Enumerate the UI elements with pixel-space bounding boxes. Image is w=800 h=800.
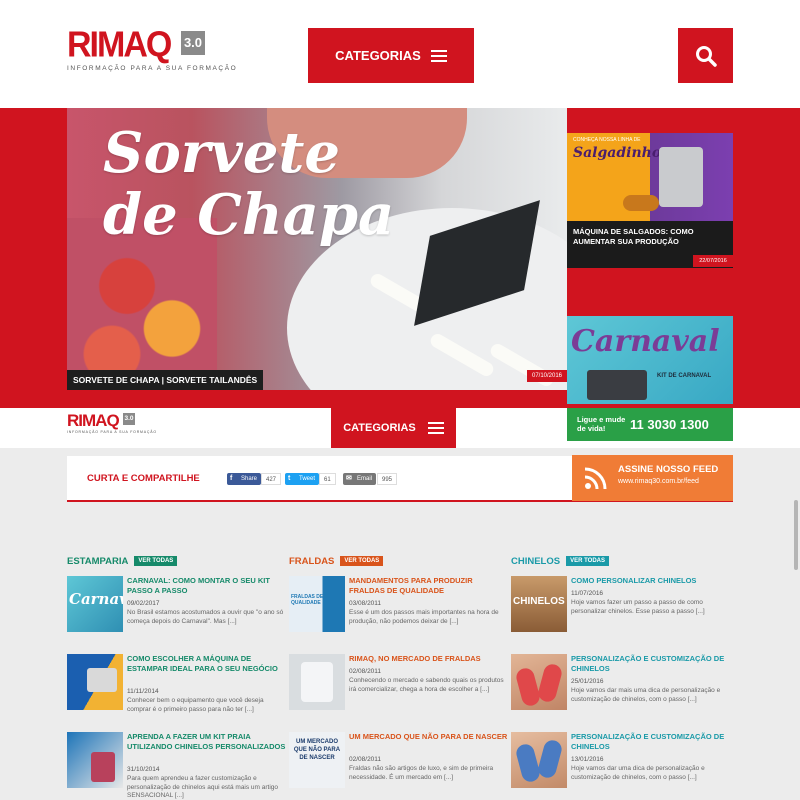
hero-image-title: Sorvete de Chapa <box>103 120 395 248</box>
article-thumbnail[interactable] <box>67 654 123 710</box>
top-header: RIMAQ 3.0 INFORMAÇÃO PARA A SUA FORMAÇÃO… <box>0 0 800 108</box>
article-thumbnail[interactable]: FRALDAS DE QUALIDADE <box>289 576 345 632</box>
page-scrollbar[interactable] <box>794 500 798 570</box>
article-title[interactable]: CARNAVAL: COMO MONTAR O SEU KIT PASSO A … <box>127 576 287 596</box>
twitter-icon: t <box>288 475 291 482</box>
search-icon <box>695 45 717 67</box>
article-thumbnail[interactable] <box>67 732 123 788</box>
side-story-carnaval[interactable]: Carnaval KIT DE CARNAVAL <box>567 316 733 404</box>
article-excerpt: No Brasil estamos acostumados a ouvir qu… <box>127 609 284 625</box>
facebook-count: 427 <box>261 473 282 485</box>
side-story-date: 22/07/2016 <box>693 255 733 267</box>
email-count: 995 <box>377 473 398 485</box>
article-item[interactable]: APRENDA A FAZER UM KIT PRAIA UTILIZANDO … <box>67 732 289 799</box>
article-item[interactable]: UM MERCADO QUE NÃO PARA DE NASCER UM MER… <box>289 732 511 798</box>
categories-button[interactable]: CATEGORIAS <box>308 28 474 83</box>
logo-tagline: INFORMAÇÃO PARA A SUA FORMAÇÃO <box>67 65 238 72</box>
categories-button-secondary[interactable]: CATEGORIAS <box>331 408 456 448</box>
phone-contact[interactable]: Ligue e mude de vida! 11 3030 1300 <box>567 408 733 441</box>
article-item[interactable]: CHINELOS COMO PERSONALIZAR CHINELOS 11/0… <box>511 576 733 642</box>
article-item[interactable]: PERSONALIZAÇÃO E CUSTOMIZAÇÃO DE CHINELO… <box>511 654 733 720</box>
rss-icon <box>584 467 607 490</box>
article-thumbnail[interactable] <box>511 732 567 788</box>
article-item[interactable]: COMO ESCOLHER A MÁQUINA DE ESTAMPAR IDEA… <box>67 654 289 720</box>
article-thumbnail[interactable]: Carnaval <box>67 576 123 632</box>
feed-title: ASSINE NOSSO FEED <box>618 464 719 475</box>
article-item[interactable]: FRALDAS DE QUALIDADE MANDAMENTOS PARA PR… <box>289 576 511 642</box>
view-all-button[interactable]: VER TODAS <box>134 556 178 566</box>
hero-caption[interactable]: SORVETE DE CHAPA | SORVETE TAILANDÊS <box>67 370 264 390</box>
rss-feed-button[interactable]: ASSINE NOSSO FEED www.rimaq30.com.br/fee… <box>572 455 733 501</box>
hero-date: 07/10/2016 <box>527 370 567 382</box>
email-share-button[interactable]: ✉ Email <box>343 473 377 485</box>
facebook-share-button[interactable]: f Share <box>227 473 262 485</box>
article-thumbnail[interactable]: CHINELOS <box>511 576 567 632</box>
article-thumbnail[interactable] <box>511 654 567 710</box>
email-icon: ✉ <box>346 475 352 482</box>
article-item[interactable]: Carnaval CARNAVAL: COMO MONTAR O SEU KIT… <box>67 576 289 642</box>
logo-text: RIMAQ <box>67 25 172 65</box>
category-title[interactable]: CHINELOS <box>511 556 560 567</box>
phone-number: 11 3030 1300 <box>630 417 709 432</box>
twitter-share-button[interactable]: t Tweet <box>285 473 320 485</box>
site-logo-small[interactable]: RIMAQ 3.0 INFORMAÇÃO PARA A SUA FORMAÇÃO <box>67 412 156 434</box>
article-date: 09/02/2017 <box>127 600 160 607</box>
feed-url: www.rimaq30.com.br/feed <box>618 478 699 485</box>
site-logo[interactable]: RIMAQ 3.0 INFORMAÇÃO PARA A SUA FORMAÇÃO <box>67 25 236 74</box>
view-all-button[interactable]: VER TODAS <box>566 556 609 566</box>
category-column-chinelos: CHINELOS VER TODAS CHINELOS COMO PERSONA… <box>511 554 733 788</box>
article-item[interactable]: RIMAQ, NO MERCADO DE FRALDAS 02/08/2011 … <box>289 654 511 720</box>
side-story-image: CONHEÇA NOSSA LINHA DE Salgadinhos <box>567 133 733 221</box>
share-title: CURTA E COMPARTILHE <box>87 473 200 484</box>
category-title[interactable]: FRALDAS <box>289 556 334 567</box>
twitter-count: 61 <box>319 473 336 485</box>
view-all-button[interactable]: VER TODAS <box>340 556 384 566</box>
side-story-salgados[interactable]: CONHEÇA NOSSA LINHA DE Salgadinhos MÁQUI… <box>567 133 733 268</box>
side-story-caption: MÁQUINA DE SALGADOS: COMO AUMENTAR SUA P… <box>573 227 694 246</box>
facebook-icon: f <box>230 475 233 482</box>
phone-label: Ligue e mude de vida! <box>577 415 626 433</box>
category-column-fraldas: FRALDAS VER TODAS FRALDAS DE QUALIDADE M… <box>289 554 511 788</box>
category-title[interactable]: ESTAMPARIA <box>67 556 128 567</box>
logo-version: 3.0 <box>181 31 205 55</box>
search-button[interactable] <box>678 28 733 83</box>
category-column-estamparia: ESTAMPARIA VER TODAS Carnaval CARNAVAL: … <box>67 554 289 799</box>
hamburger-icon <box>427 422 444 434</box>
article-item[interactable]: PERSONALIZAÇÃO E CUSTOMIZAÇÃO DE CHINELO… <box>511 732 733 798</box>
article-thumbnail[interactable] <box>289 654 345 710</box>
hamburger-icon <box>430 49 447 62</box>
hero-featured-image[interactable]: Sorvete de Chapa <box>67 108 567 390</box>
categories-label: CATEGORIAS <box>335 48 421 63</box>
article-thumbnail[interactable]: UM MERCADO QUE NÃO PARA DE NASCER <box>289 732 345 788</box>
